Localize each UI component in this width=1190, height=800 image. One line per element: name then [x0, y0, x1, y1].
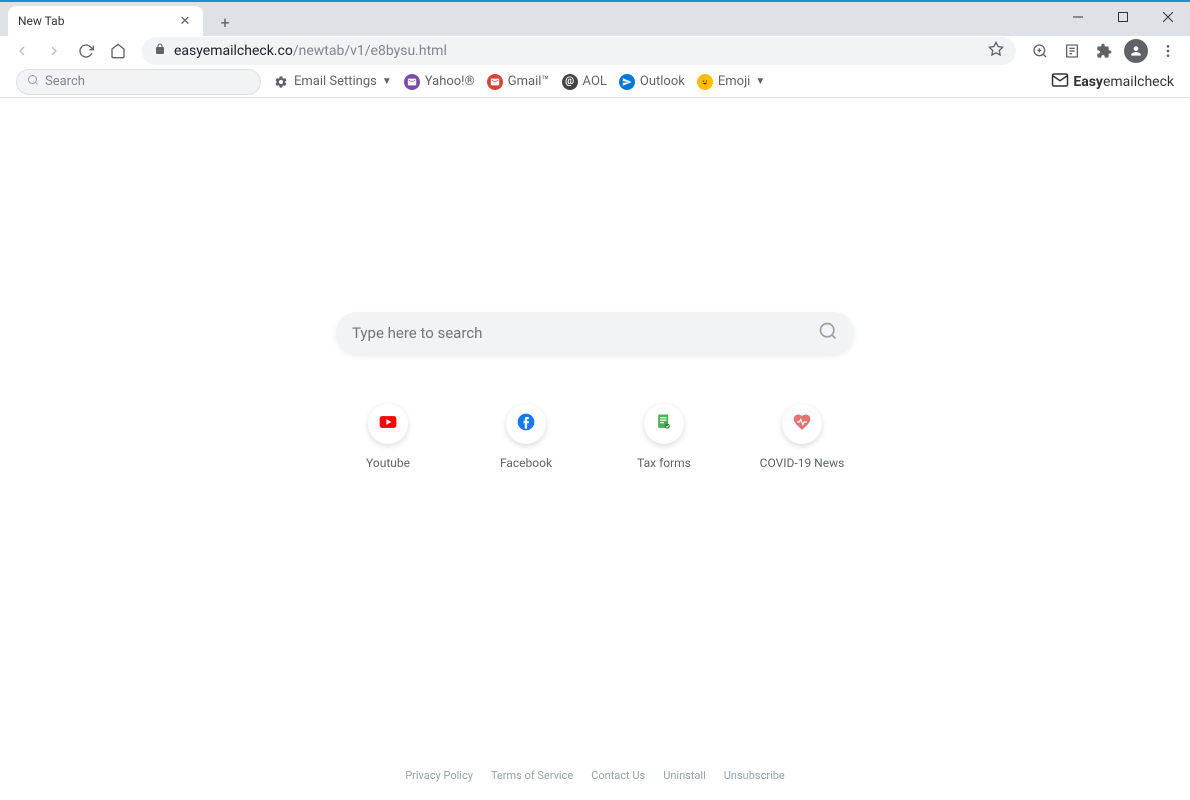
heart-pulse-icon	[792, 412, 812, 436]
yahoo-link[interactable]: Yahoo!®	[404, 74, 475, 90]
footer-uninstall-link[interactable]: Uninstall	[663, 769, 706, 782]
close-tab-icon[interactable]: ✕	[177, 13, 193, 29]
envelope-icon	[1051, 71, 1069, 93]
maximize-button[interactable]	[1100, 2, 1145, 32]
shortcut-taxforms[interactable]: Tax forms	[619, 404, 709, 470]
browser-tab[interactable]: New Tab ✕	[8, 6, 203, 36]
shortcut-label: Tax forms	[637, 456, 691, 470]
toolbar-item-label: Yahoo!®	[425, 74, 475, 89]
lock-icon	[154, 43, 166, 59]
send-icon	[619, 74, 635, 90]
toolbar-item-label: Email Settings	[294, 74, 377, 89]
shortcut-label: Facebook	[500, 456, 552, 470]
reader-icon[interactable]	[1058, 37, 1086, 65]
extensions-icon[interactable]	[1090, 37, 1118, 65]
chevron-down-icon: ▼	[382, 76, 392, 87]
main-search-bar[interactable]	[336, 312, 854, 354]
shortcut-facebook[interactable]: Facebook	[481, 404, 571, 470]
footer-terms-link[interactable]: Terms of Service	[491, 769, 573, 782]
gmail-link[interactable]: Gmail™	[487, 74, 550, 90]
search-icon	[27, 74, 39, 90]
footer-unsubscribe-link[interactable]: Unsubscribe	[724, 769, 785, 782]
brand-rest: emailcheck	[1103, 74, 1174, 90]
new-tab-button[interactable]: +	[211, 8, 239, 36]
address-row: easyemailcheck.co/newtab/v1/e8bysu.html	[0, 36, 1190, 66]
forward-button[interactable]	[40, 37, 68, 65]
facebook-icon	[516, 412, 536, 436]
home-button[interactable]	[104, 37, 132, 65]
minimize-button[interactable]	[1055, 2, 1100, 32]
shortcuts-row: Youtube Facebook Tax forms	[343, 404, 847, 470]
zoom-icon[interactable]	[1026, 37, 1054, 65]
url-path: /newtab/v1/e8bysu.html	[293, 43, 447, 59]
toolbar-item-label: Gmail™	[508, 74, 550, 89]
youtube-icon	[378, 412, 398, 436]
mail-icon	[487, 74, 503, 90]
profile-avatar[interactable]	[1122, 37, 1150, 65]
toolbar-search-input[interactable]: Search	[16, 69, 261, 95]
shortcut-covid-news[interactable]: COVID-19 News	[757, 404, 847, 470]
mail-icon	[404, 74, 420, 90]
emoji-link[interactable]: Emoji ▼	[697, 74, 765, 90]
brand-logo: Easyemailcheck	[1051, 71, 1174, 93]
reload-button[interactable]	[72, 37, 100, 65]
search-button-icon[interactable]	[818, 321, 838, 345]
email-settings-link[interactable]: Email Settings ▼	[273, 74, 392, 90]
main-content: Youtube Facebook Tax forms	[0, 98, 1190, 800]
shortcut-label: COVID-19 News	[760, 456, 845, 470]
address-bar[interactable]: easyemailcheck.co/newtab/v1/e8bysu.html	[142, 37, 1016, 65]
aol-link[interactable]: @ AOL	[562, 74, 607, 90]
footer-contact-link[interactable]: Contact Us	[591, 769, 645, 782]
back-button[interactable]	[8, 37, 36, 65]
page-toolbar: Search Email Settings ▼ Yahoo!® Gmail™ @…	[0, 66, 1190, 98]
url-domain: easyemailcheck.co	[174, 43, 293, 59]
gear-icon	[273, 74, 289, 90]
tab-bar: New Tab ✕ +	[0, 2, 1190, 36]
menu-button[interactable]	[1154, 37, 1182, 65]
at-icon: @	[562, 74, 578, 90]
smile-icon	[697, 74, 713, 90]
toolbar-search-placeholder: Search	[45, 74, 85, 89]
main-search-input[interactable]	[352, 324, 818, 342]
brand-bold: Easy	[1073, 74, 1103, 90]
chevron-down-icon: ▼	[755, 76, 765, 87]
footer: Privacy Policy Terms of Service Contact …	[0, 769, 1190, 782]
tab-title: New Tab	[18, 14, 177, 28]
document-icon	[654, 412, 674, 436]
shortcut-label: Youtube	[366, 456, 410, 470]
close-window-button[interactable]	[1145, 2, 1190, 32]
outlook-link[interactable]: Outlook	[619, 74, 685, 90]
toolbar-item-label: AOL	[583, 74, 607, 89]
bookmark-star-icon[interactable]	[988, 41, 1004, 61]
toolbar-item-label: Outlook	[640, 74, 685, 89]
shortcut-youtube[interactable]: Youtube	[343, 404, 433, 470]
window-controls	[1055, 2, 1190, 32]
toolbar-item-label: Emoji	[718, 74, 750, 89]
footer-privacy-link[interactable]: Privacy Policy	[405, 769, 473, 782]
